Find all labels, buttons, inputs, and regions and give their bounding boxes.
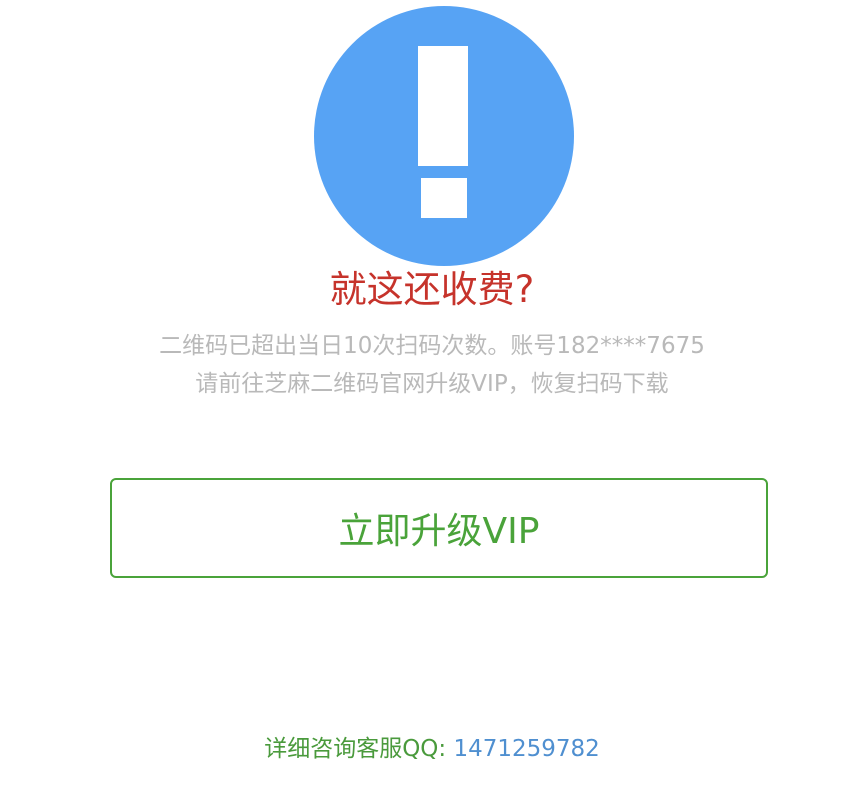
exclamation-icon xyxy=(418,46,468,218)
upgrade-vip-button[interactable]: 立即升级VIP xyxy=(110,478,768,578)
headline-text: 就这还收费? xyxy=(329,268,535,311)
upgrade-vip-button-label: 立即升级VIP xyxy=(338,511,540,552)
alert-icon-circle xyxy=(314,6,574,266)
contact-label: 详细咨询客服QQ: xyxy=(264,736,454,762)
limit-message-line-1: 二维码已超出当日10次扫码次数。账号182****7675 xyxy=(159,333,705,359)
customer-service-contact: 详细咨询客服QQ: 1471259782 xyxy=(0,732,864,766)
limit-message-line-2: 请前往芝麻二维码官网升级VIP，恢复扫码下载 xyxy=(195,371,669,397)
qq-number-link[interactable]: 1471259782 xyxy=(453,736,599,762)
